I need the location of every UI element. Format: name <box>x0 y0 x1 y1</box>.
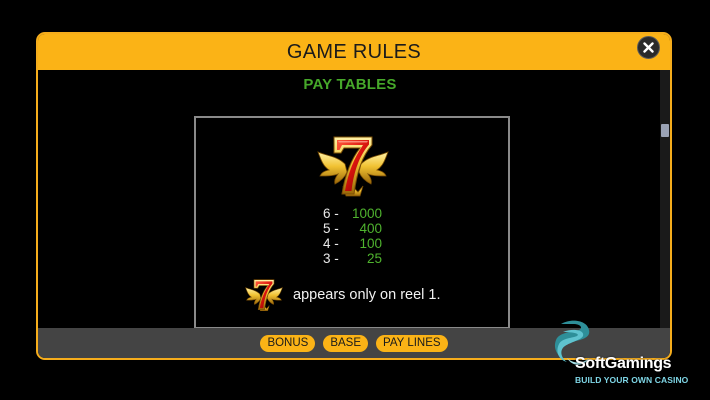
dialog-title: GAME RULES <box>286 40 422 63</box>
section-title: PAY TABLES <box>303 76 397 93</box>
reel-restriction-note: appears only on reel 1. <box>244 276 484 316</box>
winged-red-seven-icon <box>245 279 283 312</box>
dialog-header: GAME RULES <box>38 34 670 70</box>
paytable-row: 3 - 25 <box>196 251 508 266</box>
watermark-brand: SoftGamings <box>575 355 672 372</box>
tab-pay-lines[interactable]: PAY LINES <box>376 334 448 352</box>
watermark-tagline: BUILD YOUR OWN CASINO <box>575 375 689 385</box>
game-screen: GAME RULES PAY TABLES 6 - 1000 5 - 400 4… <box>0 0 710 400</box>
content-scrollbar[interactable] <box>660 70 670 330</box>
payout-value: 25 <box>366 251 382 266</box>
note-text: appears only on reel 1. <box>293 287 441 303</box>
tab-base[interactable]: BASE <box>323 334 369 352</box>
softgamings-watermark: SoftGamings BUILD YOUR OWN CASINO <box>553 318 703 390</box>
winged-red-seven-icon <box>317 136 389 197</box>
scrollbar-thumb[interactable] <box>661 124 669 137</box>
paytable-row: 6 - 1000 <box>196 206 508 221</box>
rules-content[interactable]: PAY TABLES 6 - 1000 5 - 400 4 - 100 3 - … <box>38 70 662 330</box>
payout-value: 1000 <box>351 206 382 221</box>
payout-value: 400 <box>359 221 382 236</box>
close-icon <box>643 42 654 53</box>
paytable-card: 6 - 1000 5 - 400 4 - 100 3 - 25 appears … <box>194 116 510 329</box>
paytable-row: 5 - 400 <box>196 221 508 236</box>
close-button[interactable] <box>637 36 660 59</box>
game-rules-dialog: GAME RULES PAY TABLES 6 - 1000 5 - 400 4… <box>36 32 672 360</box>
payout-value: 100 <box>359 236 382 251</box>
tab-bonus[interactable]: BONUS <box>260 334 316 352</box>
paytable-row: 4 - 100 <box>196 236 508 251</box>
